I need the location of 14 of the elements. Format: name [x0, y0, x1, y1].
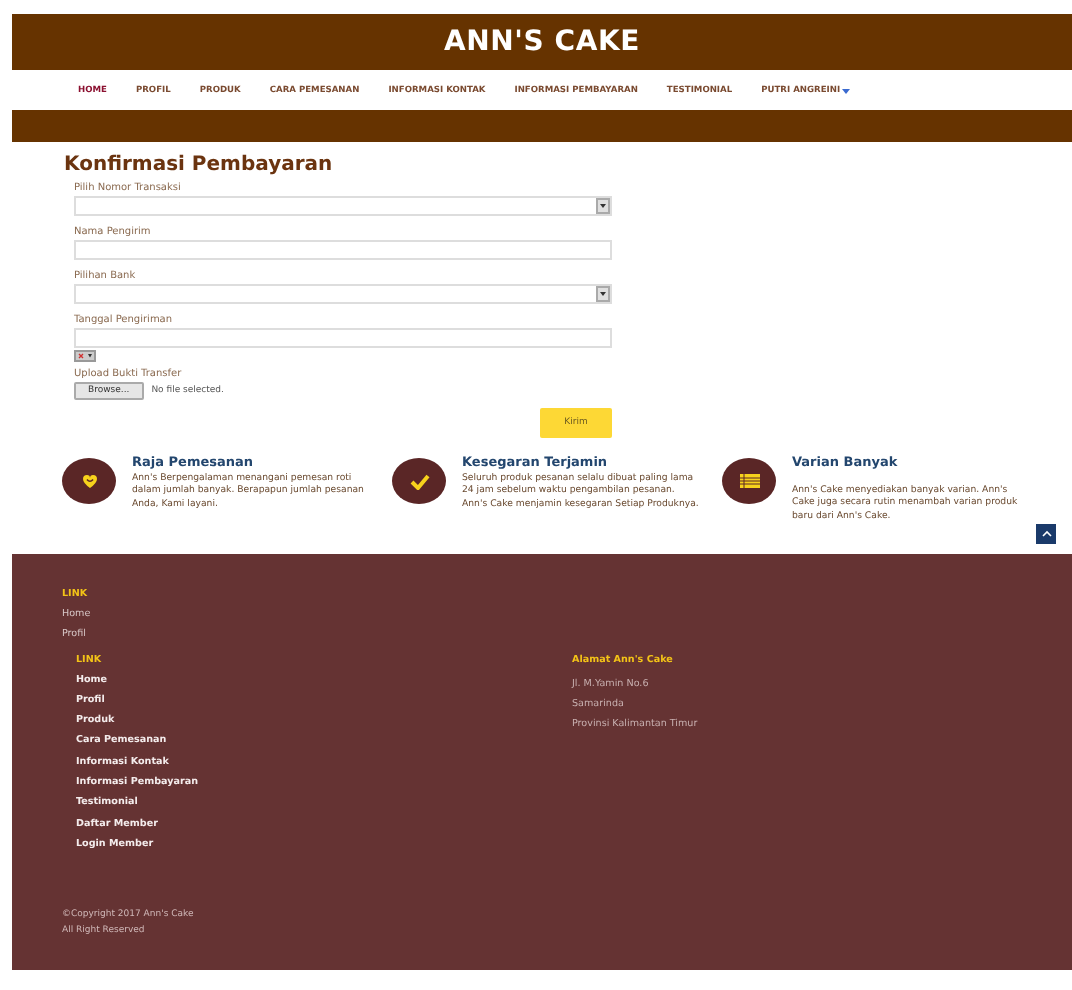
- list-icon: [722, 458, 776, 504]
- caret-up-icon: [1041, 530, 1051, 538]
- scroll-top-button[interactable]: [1036, 524, 1056, 544]
- date-field[interactable]: [74, 328, 612, 348]
- caret-icon: [842, 87, 851, 93]
- input-field[interactable]: [74, 240, 612, 260]
- page-title: Konfirmasi Pembayaran: [64, 154, 335, 178]
- select-field[interactable]: [74, 196, 612, 216]
- dropdown-arrow-icon[interactable]: [596, 198, 610, 214]
- date-picker-button[interactable]: [74, 350, 96, 362]
- dropdown-arrow-icon[interactable]: [596, 286, 610, 302]
- select-field[interactable]: [74, 284, 612, 304]
- check-icon: [392, 458, 446, 504]
- site-title: ANN'S CAKE: [443, 26, 641, 58]
